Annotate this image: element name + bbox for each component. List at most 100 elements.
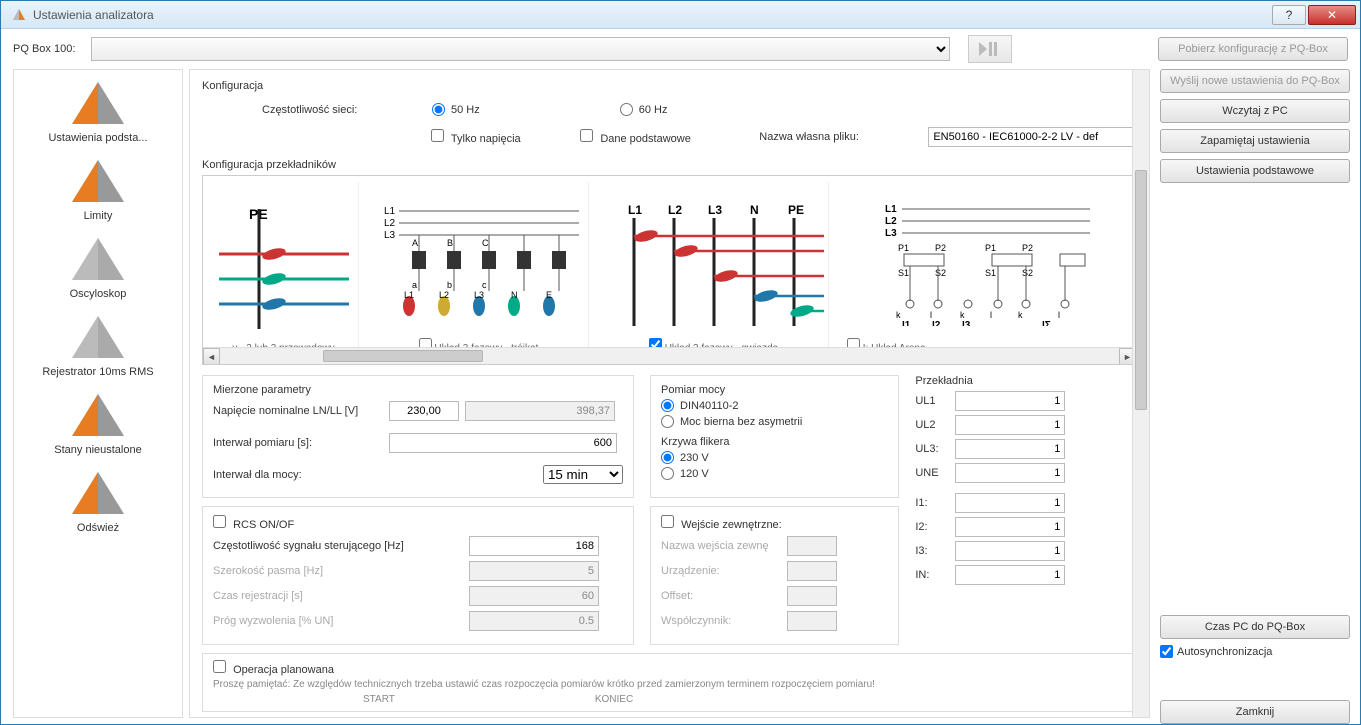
svg-text:L2: L2 bbox=[885, 216, 897, 227]
flicker-120-radio[interactable]: 120 V bbox=[661, 467, 888, 480]
ratio-title: Przekładnia bbox=[915, 375, 1137, 387]
svg-text:N: N bbox=[750, 203, 759, 217]
device-select[interactable] bbox=[91, 37, 950, 61]
ext-checkbox[interactable]: Wejście zewnętrzne: bbox=[661, 519, 782, 531]
power-opt1-radio[interactable]: DIN40110-2 bbox=[661, 399, 888, 412]
svg-text:E: E bbox=[546, 290, 552, 300]
diagram-pe: PE bbox=[219, 199, 349, 329]
ratio-i3-input[interactable] bbox=[955, 541, 1065, 561]
right-button-column: Wyślij nowe ustawienia do PQ-Box Wczytaj… bbox=[1160, 69, 1350, 724]
ratio-i2-input[interactable] bbox=[955, 517, 1065, 537]
interval-input[interactable] bbox=[389, 433, 617, 453]
ext-coeff-label: Współczynnik: bbox=[661, 615, 781, 627]
save-settings-button[interactable]: Zapamiętaj ustawienia bbox=[1160, 129, 1350, 153]
hscroll-left-arrow[interactable]: ◄ bbox=[203, 348, 220, 365]
svg-text:b: b bbox=[447, 280, 452, 290]
svg-text:k: k bbox=[1018, 310, 1023, 320]
sidebar-item-label: Rejestrator 10ms RMS bbox=[42, 366, 153, 378]
sidebar-item-recorder[interactable]: Rejestrator 10ms RMS bbox=[14, 312, 182, 378]
svg-text:l: l bbox=[930, 310, 932, 320]
sidebar-item-label: Ustawienia podsta... bbox=[48, 132, 147, 144]
hscroll-thumb[interactable] bbox=[323, 350, 483, 362]
rcs-rec-input bbox=[469, 586, 599, 606]
help-button[interactable]: ? bbox=[1272, 5, 1306, 25]
close-dialog-button[interactable]: Zamknij bbox=[1160, 700, 1350, 724]
ratio-i1-label: I1: bbox=[915, 497, 955, 509]
freq-60-radio[interactable]: 60 Hz bbox=[620, 103, 668, 116]
svg-text:P2: P2 bbox=[1022, 243, 1033, 253]
ext-coeff-input bbox=[787, 611, 837, 631]
svg-text:IΣ: IΣ bbox=[1042, 320, 1051, 326]
play-button[interactable] bbox=[968, 35, 1012, 63]
load-pc-button[interactable]: Wczytaj z PC bbox=[1160, 99, 1350, 123]
filename-input[interactable] bbox=[928, 127, 1137, 147]
ratio-i3-label: I3: bbox=[915, 545, 955, 557]
svg-text:I2: I2 bbox=[932, 320, 941, 326]
sidebar-item-oscilloscope[interactable]: Oscyloskop bbox=[14, 234, 182, 300]
only-voltage-checkbox[interactable]: Tylko napięcia bbox=[431, 129, 550, 145]
fetch-config-button[interactable]: Pobierz konfigurację z PQ-Box bbox=[1158, 37, 1348, 61]
diagram-hscroll[interactable]: ◄ ► bbox=[203, 347, 1136, 364]
ratio-ul2-input[interactable] bbox=[955, 415, 1065, 435]
pc-time-button[interactable]: Czas PC do PQ-Box bbox=[1160, 615, 1350, 639]
power-interval-select[interactable]: 15 min bbox=[543, 465, 623, 484]
nominal-input-1[interactable] bbox=[389, 401, 459, 421]
main-vscroll[interactable] bbox=[1132, 70, 1149, 717]
svg-text:L1: L1 bbox=[885, 204, 897, 215]
ratio-in-input[interactable] bbox=[955, 565, 1065, 585]
svg-text:P1: P1 bbox=[985, 243, 996, 253]
defaults-button[interactable]: Ustawienia podstawowe bbox=[1160, 159, 1350, 183]
svg-text:L3: L3 bbox=[708, 203, 722, 217]
svg-text:k: k bbox=[960, 310, 965, 320]
send-config-button[interactable]: Wyślij nowe ustawienia do PQ-Box bbox=[1160, 69, 1350, 93]
nominal-label: Napięcie nominalne LN/LL [V] bbox=[213, 405, 383, 417]
rcs-checkbox[interactable]: RCS ON/OF bbox=[213, 519, 294, 531]
autosync-checkbox[interactable]: Autosynchronizacja bbox=[1160, 645, 1350, 658]
power-opt2-radio[interactable]: Moc bierna bez asymetrii bbox=[661, 415, 888, 428]
ratio-ul1-input[interactable] bbox=[955, 391, 1065, 411]
freq-50-radio[interactable]: 50 Hz bbox=[432, 103, 480, 116]
config-title: Konfiguracja bbox=[202, 80, 1137, 92]
power-title: Pomiar mocy bbox=[661, 384, 888, 396]
flicker-230-radio[interactable]: 230 V bbox=[661, 451, 888, 464]
window-title: Ustawienia analizatora bbox=[33, 8, 1270, 22]
ratio-une-label: UNE bbox=[915, 467, 955, 479]
svg-text:k: k bbox=[896, 310, 901, 320]
flicker-title: Krzywa flikera bbox=[661, 436, 888, 448]
flicker-230-label: 230 V bbox=[680, 452, 709, 464]
sidebar-item-label: Oscyloskop bbox=[70, 288, 127, 300]
ratio-i1-input[interactable] bbox=[955, 493, 1065, 513]
svg-text:L3: L3 bbox=[885, 228, 897, 239]
ratio-ul1-label: UL1 bbox=[915, 395, 955, 407]
rcs-freq-input[interactable] bbox=[469, 536, 599, 556]
sidebar-item-label: Odśwież bbox=[77, 522, 119, 534]
diagram-panel: PE y - 2 lub 3 przewodowy bbox=[202, 175, 1137, 365]
sidebar-item-transients[interactable]: Stany nieustalone bbox=[14, 390, 182, 456]
power-interval-label: Interwał dla mocy: bbox=[213, 469, 383, 481]
ext-device-label: Urządzenie: bbox=[661, 565, 781, 577]
svg-text:N: N bbox=[511, 290, 518, 300]
nominal-input-2 bbox=[465, 401, 615, 421]
close-button[interactable]: ✕ bbox=[1308, 5, 1356, 25]
rcs-thresh-input bbox=[469, 611, 599, 631]
svg-text:PE: PE bbox=[788, 203, 804, 217]
svg-text:I3: I3 bbox=[962, 320, 971, 326]
svg-text:A: A bbox=[412, 238, 418, 248]
ratio-une-input[interactable] bbox=[955, 463, 1065, 483]
vscroll-thumb[interactable] bbox=[1135, 170, 1147, 410]
svg-text:L1: L1 bbox=[628, 203, 642, 217]
rcs-thresh-label: Próg wyzwolenia [% UN] bbox=[213, 615, 463, 627]
basic-data-checkbox[interactable]: Dane podstawowe bbox=[580, 129, 729, 145]
rcs-freq-label: Częstotliwość sygnału sterującego [Hz] bbox=[213, 540, 463, 552]
sidebar-item-basic-settings[interactable]: Ustawienia podsta... bbox=[14, 78, 182, 144]
svg-text:P1: P1 bbox=[898, 243, 909, 253]
device-label: PQ Box 100: bbox=[13, 43, 83, 55]
sidebar-item-label: Stany nieustalone bbox=[54, 444, 141, 456]
transducers-title: Konfiguracja przekładników bbox=[202, 159, 1137, 171]
sidebar-item-limits[interactable]: Limity bbox=[14, 156, 182, 222]
svg-text:S2: S2 bbox=[935, 268, 946, 278]
sidebar-item-refresh[interactable]: Odśwież bbox=[14, 468, 182, 534]
ratio-ul3-input[interactable] bbox=[955, 439, 1065, 459]
planned-checkbox[interactable]: Operacja planowana bbox=[213, 664, 334, 676]
play-icon bbox=[979, 42, 1001, 56]
